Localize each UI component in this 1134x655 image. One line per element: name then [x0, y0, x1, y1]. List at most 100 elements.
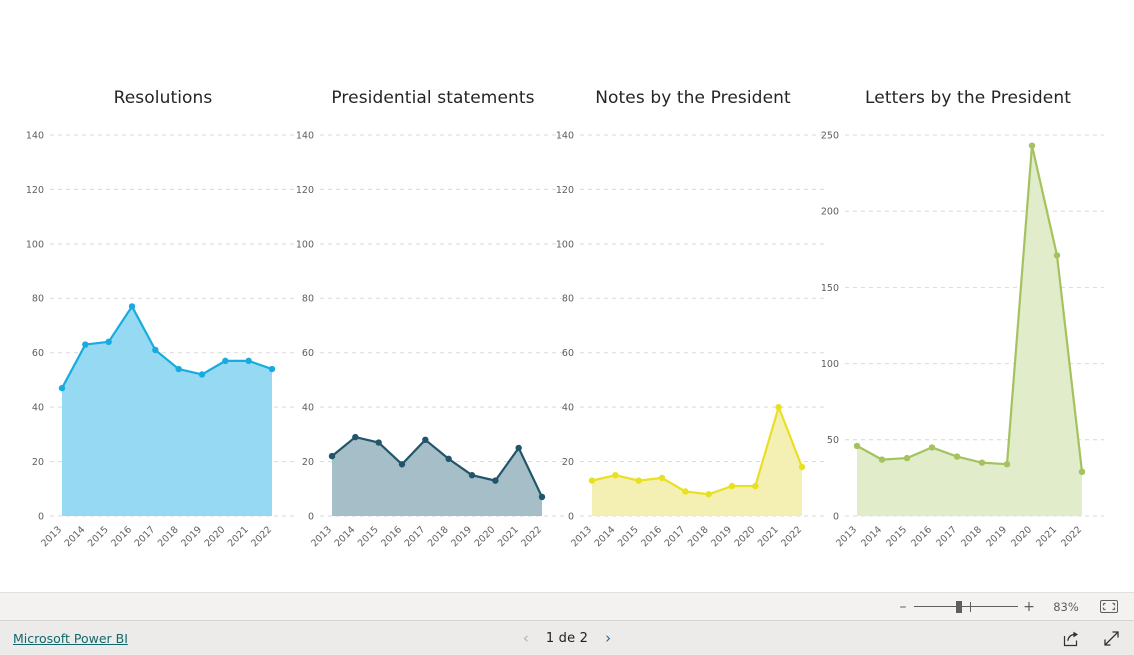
chart-plot-area[interactable]: 0 50 100 150 200 250 2013 2014 2015 2016 2017 2018 2… [818, 115, 1118, 565]
fit-to-page-button[interactable] [1098, 599, 1120, 615]
area-fill [62, 306, 272, 516]
y-axis-tick-label: 80 [302, 294, 314, 305]
y-axis-tick-label: 150 [821, 283, 839, 294]
data-point-marker[interactable] [728, 482, 736, 490]
zoom-slider[interactable] [914, 599, 1018, 615]
chart-panel-letters-by-the-president[interactable]: Letters by the President 0 50 100 150 200 250… [818, 88, 1118, 578]
x-axis-tick-label: 2020 [1009, 524, 1034, 549]
data-point-marker[interactable] [58, 384, 66, 392]
y-axis-tick-label: 140 [26, 130, 44, 141]
data-point-marker[interactable] [328, 452, 336, 460]
x-axis-tick-label: 2020 [203, 524, 228, 549]
previous-page-button[interactable]: ‹ [518, 630, 534, 646]
data-point-marker[interactable] [105, 338, 112, 346]
data-point-marker[interactable] [352, 433, 359, 441]
data-point-marker[interactable] [752, 482, 759, 490]
chart-title: Letters by the President [865, 88, 1071, 108]
zoom-out-button[interactable]: – [896, 600, 910, 614]
data-point-marker[interactable] [903, 454, 911, 462]
data-point-marker[interactable] [422, 436, 429, 443]
zoom-level-label: 83% [1053, 599, 1079, 614]
x-axis-tick-label: 2018 [686, 524, 711, 549]
data-point-marker[interactable] [1053, 252, 1061, 259]
data-point-marker[interactable] [775, 403, 782, 411]
data-point-marker[interactable] [1078, 468, 1086, 476]
y-axis-tick-label: 120 [296, 185, 314, 196]
area-chart-svg[interactable]: 0501001502002502013 2014 2015 2016 2017 2018 2… [818, 115, 1118, 565]
data-point-marker[interactable] [398, 461, 406, 468]
x-axis-tick-label: 2016 [379, 524, 404, 549]
report-canvas: Resolutions 0 20 40 60 80 100 120 140 2013 2014 20… [0, 0, 1134, 592]
data-point-marker[interactable] [798, 463, 806, 471]
y-axis-tick-label: 20 [32, 457, 44, 468]
data-point-marker[interactable] [198, 371, 206, 378]
next-page-button[interactable]: › [600, 630, 616, 646]
data-point-marker[interactable] [588, 477, 596, 484]
share-button[interactable] [1062, 629, 1080, 647]
chart-plot-area[interactable]: 0 20 40 60 80 100 120 140 2013 2014 2015 2016 2017 20… [288, 115, 578, 565]
data-point-marker[interactable] [492, 477, 499, 484]
zoom-slider-track [914, 605, 1018, 607]
data-point-marker[interactable] [928, 444, 936, 451]
data-point-marker[interactable] [445, 455, 452, 463]
data-point-marker[interactable] [222, 357, 229, 365]
x-axis-tick-label: 2017 [403, 524, 428, 549]
data-point-marker[interactable] [82, 341, 89, 348]
data-point-marker[interactable] [1028, 142, 1036, 149]
chart-plot-area[interactable]: 0 20 40 60 80 100 120 140 2013 2014 2015 2016 2017 20… [548, 115, 838, 565]
y-axis-tick-label: 120 [26, 185, 44, 196]
x-axis-tick-label: 2020 [733, 524, 758, 549]
chart-panel-resolutions[interactable]: Resolutions 0 20 40 60 80 100 120 140 2013 2014 20… [18, 88, 308, 578]
x-axis-tick-label: 2022 [779, 524, 804, 549]
data-point-marker[interactable] [953, 453, 961, 460]
fullscreen-button[interactable] [1102, 629, 1120, 647]
data-point-marker[interactable] [515, 444, 522, 452]
y-axis-tick-label: 60 [302, 348, 314, 359]
x-axis-tick-label: 2021 [226, 524, 251, 549]
area-chart-svg[interactable]: 0204060801001201402013201420152016201720… [18, 115, 308, 565]
data-point-marker[interactable] [538, 493, 546, 501]
data-point-marker[interactable] [635, 477, 642, 484]
data-point-marker[interactable] [878, 456, 886, 463]
chart-panel-presidential-statements[interactable]: Presidential statements 0 20 40 60 80 100 120 1… [288, 88, 578, 578]
y-axis-tick-label: 60 [32, 348, 44, 359]
y-axis-tick-label: 250 [821, 130, 839, 141]
chart-panel-notes-by-the-president[interactable]: Notes by the President 0 20 40 60 80 100 120 14… [548, 88, 838, 578]
data-point-marker[interactable] [245, 357, 252, 365]
data-point-marker[interactable] [468, 471, 476, 479]
footer-actions [1062, 629, 1120, 647]
page-indicator-label: 1 de 2 [545, 630, 589, 646]
zoom-slider-thumb[interactable] [956, 600, 962, 613]
data-point-marker[interactable] [682, 488, 689, 495]
x-axis-tick-label: 2018 [156, 524, 181, 549]
data-point-marker[interactable] [612, 471, 619, 479]
data-point-marker[interactable] [375, 439, 382, 446]
area-chart-svg[interactable]: 0204060801001201402013201420152016201720… [548, 115, 838, 565]
zoom-in-button[interactable]: + [1022, 600, 1036, 614]
chart-title: Presidential statements [331, 88, 535, 108]
x-axis-tick-label: 2015 [86, 524, 111, 549]
zoom-slider-notch [970, 601, 971, 612]
x-axis-tick-label: 2013 [309, 524, 334, 549]
data-point-marker[interactable] [853, 442, 861, 450]
chart-plot-area[interactable]: 0 20 40 60 80 100 120 140 2013 2014 2015 2016 2017 20… [18, 115, 308, 565]
data-point-marker[interactable] [128, 303, 136, 310]
data-point-marker[interactable] [175, 365, 182, 373]
data-point-marker[interactable] [1003, 460, 1011, 468]
y-axis-tick-label: 100 [821, 359, 839, 370]
data-point-marker[interactable] [658, 474, 666, 482]
x-axis-tick-label: 2017 [133, 524, 158, 549]
data-point-marker[interactable] [152, 346, 159, 354]
y-axis-tick-label: 0 [833, 511, 839, 522]
y-axis-tick-label: 100 [26, 239, 44, 250]
chart-title: Notes by the President [595, 88, 791, 108]
data-point-marker[interactable] [705, 491, 712, 498]
x-axis-tick-label: 2013 [569, 524, 594, 549]
y-axis-tick-label: 200 [821, 207, 839, 218]
data-point-marker[interactable] [268, 365, 276, 373]
y-axis-tick-label: 0 [308, 511, 314, 522]
area-chart-svg[interactable]: 0204060801001201402013201420152016201720… [288, 115, 578, 565]
x-axis-tick-label: 2017 [934, 524, 959, 549]
chart-title: Resolutions [113, 88, 213, 108]
data-point-marker[interactable] [978, 459, 986, 466]
